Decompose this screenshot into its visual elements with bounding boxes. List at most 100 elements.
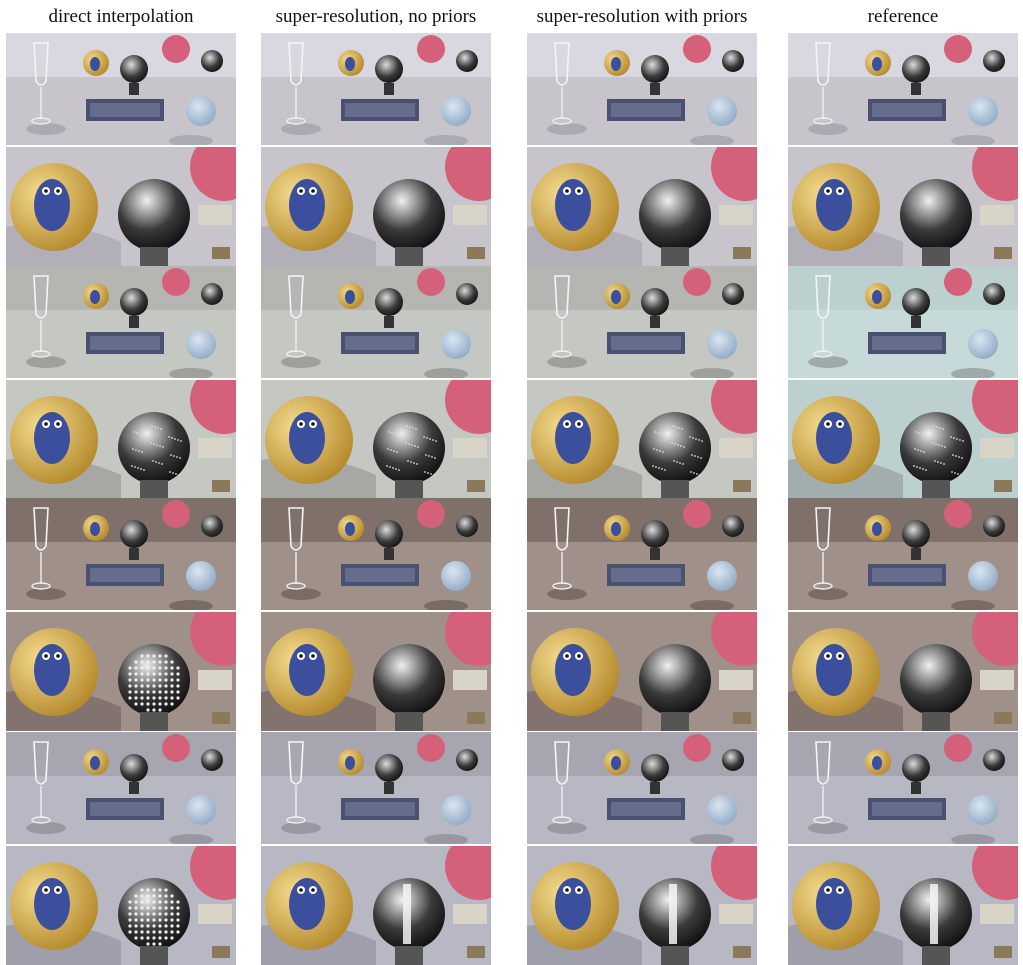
pink-ball-icon: [417, 35, 445, 63]
silver-ornament-icon: [120, 520, 148, 548]
pink-ball-icon: [162, 734, 190, 762]
pink-ball-icon: [417, 500, 445, 528]
blue-ball-icon: [707, 96, 737, 126]
scene-zoom-view: [527, 846, 757, 965]
blue-ball-icon: [968, 96, 998, 126]
pink-ball-icon: [683, 35, 711, 63]
scene-wide-view: [6, 33, 236, 145]
gold-ornament-icon: [10, 862, 98, 950]
scene-wide-view: [527, 266, 757, 378]
scene-wide-view: [527, 498, 757, 610]
silver-ornament-icon: [902, 55, 930, 83]
scene-wide-view: [261, 732, 491, 844]
silver-ornament-icon: [375, 754, 403, 782]
pink-ball-icon: [683, 268, 711, 296]
scene-wide-view: [6, 266, 236, 378]
gold-ornament-icon: [531, 396, 619, 484]
pink-ball-icon: [162, 35, 190, 63]
scene-zoom-view: [261, 846, 491, 965]
silver-ornament-icon: [902, 288, 930, 316]
scene-wide-view: [261, 498, 491, 610]
blue-ball-icon: [441, 329, 471, 359]
scene-wide-view: [6, 732, 236, 844]
pink-ball-icon: [417, 734, 445, 762]
blue-ball-icon: [707, 329, 737, 359]
blue-ball-icon: [441, 561, 471, 591]
scene-zoom-view: [527, 147, 757, 266]
scene-zoom-view: [6, 380, 236, 499]
scene-wide-view: [788, 33, 1018, 145]
blue-ball-icon: [707, 795, 737, 825]
pink-ball-icon: [944, 35, 972, 63]
gold-ornament-icon: [265, 862, 353, 950]
gold-ornament-icon: [10, 628, 98, 716]
scene-wide-view: [261, 266, 491, 378]
column-header-1: direct interpolation: [48, 6, 194, 27]
gold-ornament-icon: [265, 396, 353, 484]
silver-ornament-icon: [375, 55, 403, 83]
column-header-4: reference: [867, 6, 939, 27]
blue-ball-icon: [186, 329, 216, 359]
pink-ball-icon: [944, 500, 972, 528]
gold-ornament-icon: [531, 862, 619, 950]
gold-ornament-icon: [10, 396, 98, 484]
gold-ornament-icon: [265, 163, 353, 251]
silver-ornament-icon: [641, 754, 669, 782]
blue-ball-icon: [186, 561, 216, 591]
silver-ornament-icon: [641, 520, 669, 548]
gold-ornament-icon: [792, 628, 880, 716]
scene-wide-view: [788, 732, 1018, 844]
scene-wide-view: [788, 498, 1018, 610]
silver-ornament-icon: [375, 288, 403, 316]
blue-ball-icon: [968, 329, 998, 359]
pink-ball-icon: [162, 268, 190, 296]
silver-ornament-icon: [641, 55, 669, 83]
blue-ball-icon: [707, 561, 737, 591]
blue-ball-icon: [968, 561, 998, 591]
scene-wide-view: [527, 732, 757, 844]
pink-ball-icon: [683, 734, 711, 762]
gold-ornament-icon: [792, 163, 880, 251]
scene-zoom-view: [261, 380, 491, 499]
column-header-2: super-resolution, no priors: [275, 6, 477, 27]
scene-zoom-view: [788, 612, 1018, 731]
scene-zoom-view: [788, 147, 1018, 266]
scene-zoom-view: [261, 612, 491, 731]
gold-ornament-icon: [792, 396, 880, 484]
pink-ball-icon: [944, 268, 972, 296]
blue-ball-icon: [186, 795, 216, 825]
gold-ornament-icon: [531, 628, 619, 716]
scene-wide-view: [261, 33, 491, 145]
silver-ornament-icon: [902, 754, 930, 782]
pink-ball-icon: [417, 268, 445, 296]
silver-ornament-icon: [375, 520, 403, 548]
blue-ball-icon: [186, 96, 216, 126]
scene-zoom-view: [261, 147, 491, 266]
scene-zoom-view: [527, 380, 757, 499]
scene-wide-view: [527, 33, 757, 145]
scene-zoom-view: [6, 612, 236, 731]
pink-ball-icon: [944, 734, 972, 762]
scene-zoom-view: [6, 846, 236, 965]
scene-zoom-view: [527, 612, 757, 731]
blue-ball-icon: [968, 795, 998, 825]
scene-wide-view: [6, 498, 236, 610]
pink-ball-icon: [162, 500, 190, 528]
scene-zoom-view: [788, 380, 1018, 499]
blue-ball-icon: [441, 795, 471, 825]
silver-ornament-icon: [902, 520, 930, 548]
pink-ball-icon: [683, 500, 711, 528]
silver-ornament-icon: [120, 754, 148, 782]
gold-ornament-icon: [265, 628, 353, 716]
gold-ornament-icon: [792, 862, 880, 950]
silver-ornament-icon: [120, 288, 148, 316]
column-header-3: super-resolution with priors: [536, 6, 748, 27]
blue-ball-icon: [441, 96, 471, 126]
gold-ornament-icon: [531, 163, 619, 251]
scene-zoom-view: [6, 147, 236, 266]
scene-wide-view: [788, 266, 1018, 378]
silver-ornament-icon: [120, 55, 148, 83]
gold-ornament-icon: [10, 163, 98, 251]
scene-zoom-view: [788, 846, 1018, 965]
silver-ornament-icon: [641, 288, 669, 316]
